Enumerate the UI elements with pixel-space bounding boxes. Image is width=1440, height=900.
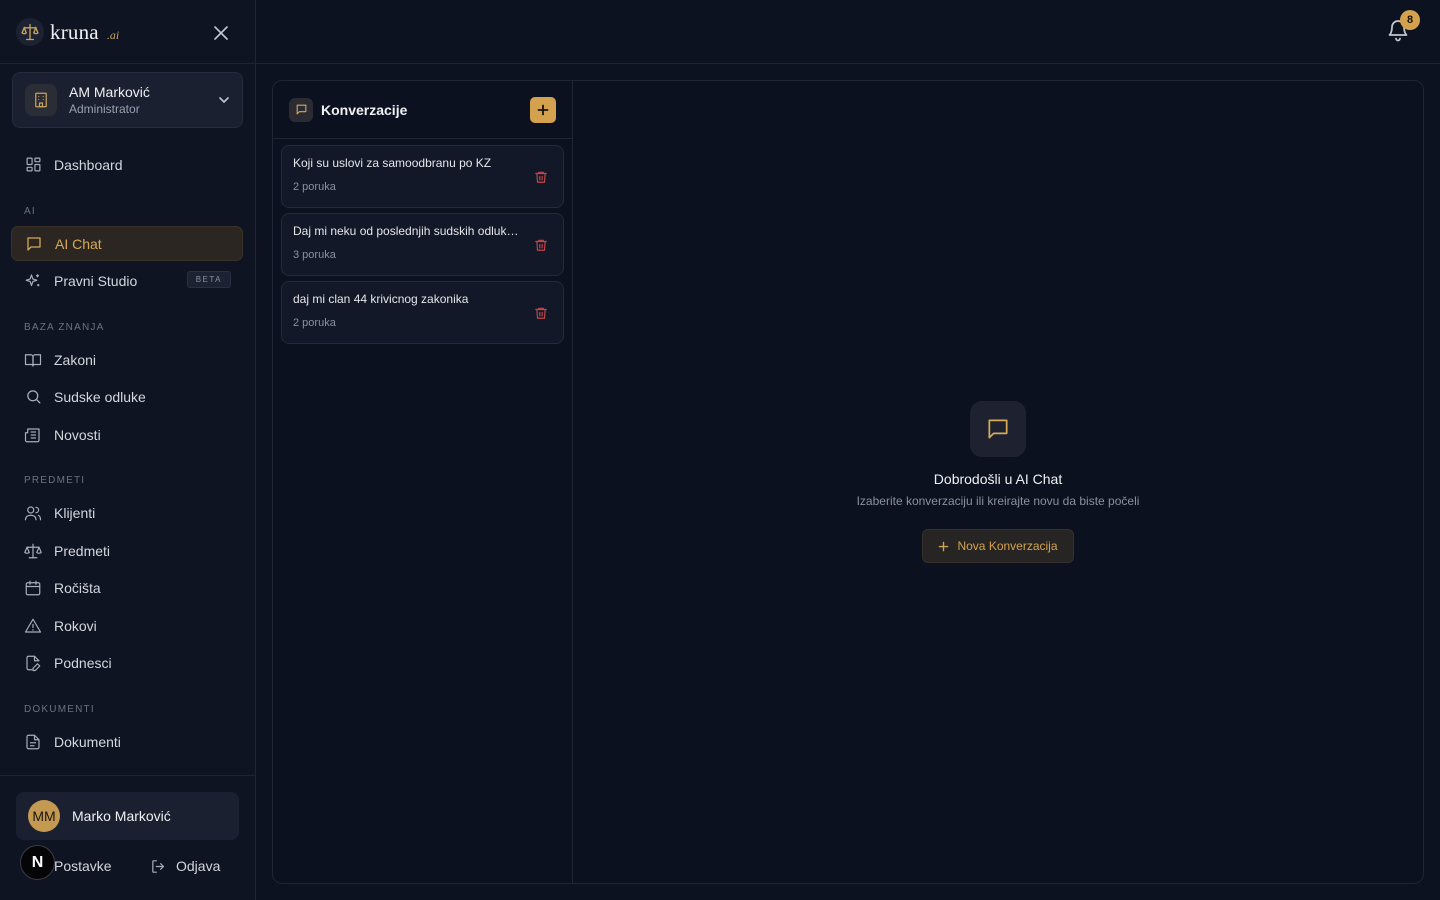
conversation-item[interactable]: Daj mi neku od poslednjih sudskih odluka… [281, 213, 564, 276]
brand-suffix: .ai [106, 27, 120, 42]
nav-section-ai: AI [24, 206, 36, 217]
conversation-message-count: 3 poruka [293, 249, 336, 261]
org-name: AM Marković [69, 83, 150, 100]
sparkles-icon [24, 272, 42, 290]
brand[interactable]: kruna .ai [16, 14, 119, 50]
conversation-title: Koji su uslovi za samoodbranu po KZ [293, 156, 492, 170]
topbar-divider [256, 63, 1440, 64]
sidebar-item-ai-chat[interactable]: AI Chat [11, 226, 243, 261]
sidebar-item-label: Pravni Studio [54, 272, 138, 289]
chevron-down-icon [219, 97, 229, 104]
welcome-subtitle: Izaberite konverzaciju ili kreirajte nov… [856, 494, 1140, 508]
conversation-message-count: 2 poruka [293, 317, 336, 329]
scales-logo-icon [16, 18, 44, 46]
org-role: Administrator [69, 101, 140, 116]
new-conversation-label: Nova Konverzacija [957, 539, 1058, 553]
organization-switcher[interactable]: AM Marković Administrator [12, 72, 243, 128]
scales-icon [24, 542, 42, 560]
notification-count-badge: 8 [1400, 10, 1420, 30]
sidebar-item-label: Dokumenti [54, 733, 121, 750]
sidebar-item-pravni-studio[interactable]: Pravni Studio BETA [11, 263, 243, 298]
building-icon [25, 84, 57, 116]
sidebar-item-label: Zakoni [54, 351, 97, 368]
conversation-message-count: 2 poruka [293, 181, 336, 193]
settings-link[interactable]: Postavke [54, 854, 112, 878]
book-open-icon [24, 351, 42, 369]
nav-section-baza-znanja: BAZA ZNANJA [24, 322, 105, 333]
sidebar-item-label: Ročišta [54, 579, 101, 596]
divider [0, 63, 256, 64]
chat-icon [25, 235, 43, 253]
conversations-header: Konverzacije [273, 81, 573, 139]
sidebar-item-label: Podnesci [54, 654, 112, 671]
sidebar-item-label: Klijenti [54, 504, 96, 521]
plus-icon [537, 104, 549, 116]
sidebar-item-rocista[interactable]: Ročišta [11, 570, 243, 605]
conversations-title: Konverzacije [321, 101, 408, 118]
search-icon [24, 388, 42, 406]
chat-icon [289, 97, 313, 122]
logout-icon [152, 859, 165, 873]
warning-triangle-icon [24, 617, 42, 635]
welcome-title: Dobrodošli u AI Chat [933, 471, 1063, 487]
sidebar-item-rokovi[interactable]: Rokovi [11, 608, 243, 643]
chat-panel: Konverzacije Koji su uslovi za samoodbra… [272, 80, 1424, 884]
sidebar-item-label: Sudske odluke [54, 388, 146, 405]
file-pen-icon [24, 654, 42, 672]
sidebar-item-zakoni[interactable]: Zakoni [11, 342, 243, 377]
conversation-item[interactable]: daj mi clan 44 krivicnog zakonika 2 poru… [281, 281, 564, 344]
welcome-empty-state: Dobrodošli u AI Chat Izaberite konverzac… [573, 81, 1423, 883]
nav-section-predmeti: PREDMETI [24, 475, 86, 486]
conversation-item[interactable]: Koji su uslovi za samoodbranu po KZ 2 po… [281, 145, 564, 208]
user-profile-card[interactable]: MM Marko Marković [16, 792, 239, 840]
sidebar-item-predmeti[interactable]: Predmeti [11, 533, 243, 568]
trash-icon[interactable] [534, 306, 548, 320]
sidebar-item-klijenti[interactable]: Klijenti [11, 495, 243, 530]
close-sidebar-button[interactable] [208, 20, 234, 46]
user-name: Marko Marković [72, 808, 171, 824]
sidebar-item-label: AI Chat [55, 235, 102, 252]
conversations-column: Konverzacije Koji su uslovi za samoodbra… [273, 81, 573, 883]
divider [0, 775, 256, 776]
sidebar-item-novosti[interactable]: Novosti [11, 417, 243, 452]
trash-icon[interactable] [534, 238, 548, 252]
conversation-title: daj mi clan 44 krivicnog zakonika [293, 292, 469, 306]
avatar: MM [28, 800, 60, 832]
newspaper-icon [24, 426, 42, 444]
sidebar-item-sudske-odluke[interactable]: Sudske odluke [11, 379, 243, 414]
calendar-icon [24, 579, 42, 597]
conversation-title: Daj mi neku od poslednjih sudskih odluka… [293, 224, 521, 238]
new-conversation-button[interactable]: Nova Konverzacija [922, 529, 1074, 563]
logout-link[interactable]: Odjava [150, 854, 220, 878]
chat-icon [970, 401, 1026, 457]
close-icon [214, 26, 228, 40]
nav-section-dokumenti: DOKUMENTI [24, 704, 95, 715]
logout-label: Odjava [176, 858, 221, 874]
dashboard-icon [24, 156, 42, 174]
document-icon [24, 733, 42, 751]
sidebar-item-podnesci[interactable]: Podnesci [11, 645, 243, 680]
users-icon [24, 504, 42, 522]
dev-tools-badge[interactable]: N [20, 845, 55, 880]
sidebar-item-dashboard[interactable]: Dashboard [11, 147, 243, 182]
sidebar-item-label: Rokovi [54, 617, 97, 634]
trash-icon[interactable] [534, 170, 548, 184]
add-conversation-button[interactable] [530, 97, 556, 123]
sidebar-item-dokumenti[interactable]: Dokumenti [11, 724, 243, 759]
sidebar-item-label: Novosti [54, 426, 101, 443]
brand-name: kruna [50, 19, 99, 44]
sidebar: kruna .ai AM Marković Administrator Dash… [0, 0, 256, 900]
sidebar-item-label: Dashboard [54, 156, 123, 173]
plus-icon [939, 541, 949, 551]
sidebar-item-label: Predmeti [54, 542, 111, 559]
settings-label: Postavke [54, 858, 112, 874]
beta-badge: BETA [186, 271, 231, 288]
